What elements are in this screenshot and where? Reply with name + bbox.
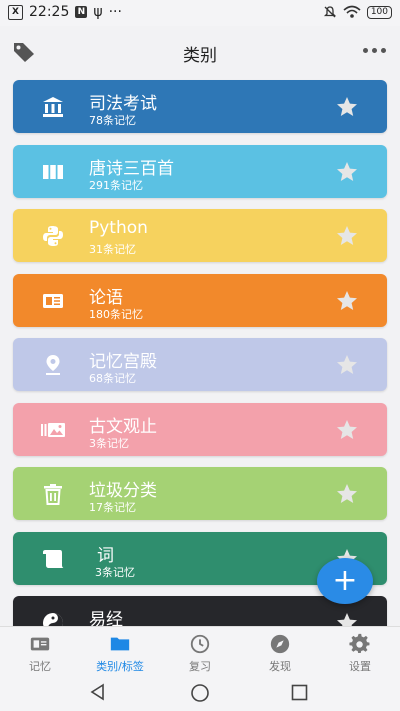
nav-item-review[interactable]: 复习 bbox=[160, 627, 240, 674]
category-count: 3条记忆 bbox=[95, 566, 135, 579]
notification-n-icon: N bbox=[75, 6, 88, 18]
more-options-icon[interactable] bbox=[363, 48, 386, 53]
star-icon[interactable] bbox=[335, 482, 359, 506]
newspaper-icon bbox=[40, 288, 66, 314]
recents-icon[interactable] bbox=[291, 684, 308, 701]
back-icon[interactable] bbox=[89, 683, 107, 701]
category-name: 古文观止 bbox=[89, 417, 157, 437]
category-count: 78条记忆 bbox=[89, 114, 136, 127]
scroll-icon bbox=[40, 546, 66, 572]
category-card[interactable]: 论语 180条记忆 bbox=[13, 274, 387, 327]
star-icon[interactable] bbox=[335, 353, 359, 377]
python-icon bbox=[40, 223, 66, 249]
star-icon[interactable] bbox=[335, 418, 359, 442]
category-count: 17条记忆 bbox=[89, 501, 136, 514]
category-card[interactable]: 记忆宫殿 68条记忆 bbox=[13, 338, 387, 391]
category-count: 180条记忆 bbox=[89, 308, 143, 321]
star-icon[interactable] bbox=[335, 289, 359, 313]
category-name: 词 bbox=[97, 546, 114, 566]
nav-item-memory[interactable]: 记忆 bbox=[0, 627, 80, 674]
category-card[interactable]: 古文观止 3条记忆 bbox=[13, 403, 387, 456]
notification-x-icon: X bbox=[8, 4, 23, 20]
app-header: 类别 bbox=[0, 26, 400, 76]
category-card[interactable]: 唐诗三百首 291条记忆 bbox=[13, 145, 387, 198]
nav-label: 复习 bbox=[189, 660, 211, 673]
more-notifications-icon: ··· bbox=[108, 4, 122, 20]
category-list[interactable]: 司法考试 78条记忆 唐诗三百首 291条记忆 Python 31条记忆 论语 … bbox=[0, 78, 400, 626]
yin-yang-icon bbox=[40, 610, 66, 626]
category-name: 唐诗三百首 bbox=[89, 159, 174, 179]
battery-indicator: 100 bbox=[366, 5, 392, 19]
star-icon[interactable] bbox=[335, 160, 359, 184]
book-columns-icon bbox=[40, 159, 66, 185]
star-icon[interactable] bbox=[335, 611, 359, 626]
star-icon[interactable] bbox=[335, 224, 359, 248]
category-count: 3条记忆 bbox=[89, 437, 129, 450]
category-name: 易经 bbox=[89, 610, 123, 626]
status-bar: X 22:25 N ψ ··· 100 bbox=[0, 0, 400, 26]
bottom-nav: 记忆 类别/标签 复习 发现 设置 bbox=[0, 626, 400, 674]
folder-icon bbox=[110, 637, 130, 651]
clock-icon bbox=[190, 634, 210, 654]
category-name: Python bbox=[89, 218, 148, 238]
category-name: 垃圾分类 bbox=[89, 481, 157, 501]
add-category-button[interactable]: + bbox=[317, 558, 373, 604]
card-icon bbox=[30, 637, 50, 651]
location-pin-icon bbox=[40, 352, 66, 378]
bell-off-icon bbox=[323, 6, 336, 18]
nav-label: 记忆 bbox=[29, 660, 51, 673]
system-nav-bar bbox=[0, 673, 400, 711]
category-name: 司法考试 bbox=[89, 94, 157, 114]
category-count: 291条记忆 bbox=[89, 179, 143, 192]
usb-icon: ψ bbox=[93, 4, 103, 20]
home-icon[interactable] bbox=[190, 683, 210, 703]
category-count: 31条记忆 bbox=[89, 243, 136, 256]
plus-icon: + bbox=[332, 563, 358, 598]
nav-item-settings[interactable]: 设置 bbox=[320, 627, 400, 674]
gear-icon bbox=[349, 633, 370, 654]
wifi-icon bbox=[343, 5, 361, 18]
category-card[interactable]: Python 31条记忆 bbox=[13, 209, 387, 262]
category-card[interactable]: 司法考试 78条记忆 bbox=[13, 80, 387, 133]
nav-item-discover[interactable]: 发现 bbox=[240, 627, 320, 674]
category-count: 68条记忆 bbox=[89, 372, 136, 385]
bank-icon bbox=[40, 94, 66, 120]
category-card[interactable]: 垃圾分类 17条记忆 bbox=[13, 467, 387, 520]
nav-label: 类别/标签 bbox=[96, 660, 144, 673]
nav-item-categories[interactable]: 类别/标签 bbox=[80, 627, 160, 674]
category-name: 记忆宫殿 bbox=[89, 352, 157, 372]
category-name: 论语 bbox=[89, 288, 123, 308]
trash-icon bbox=[40, 481, 66, 507]
star-icon[interactable] bbox=[335, 95, 359, 119]
nav-label: 设置 bbox=[349, 660, 371, 673]
status-time: 22:25 bbox=[29, 4, 70, 20]
photo-film-icon bbox=[40, 417, 66, 443]
page-title: 类别 bbox=[183, 46, 217, 66]
nav-label: 发现 bbox=[269, 660, 291, 673]
compass-icon bbox=[270, 634, 290, 654]
